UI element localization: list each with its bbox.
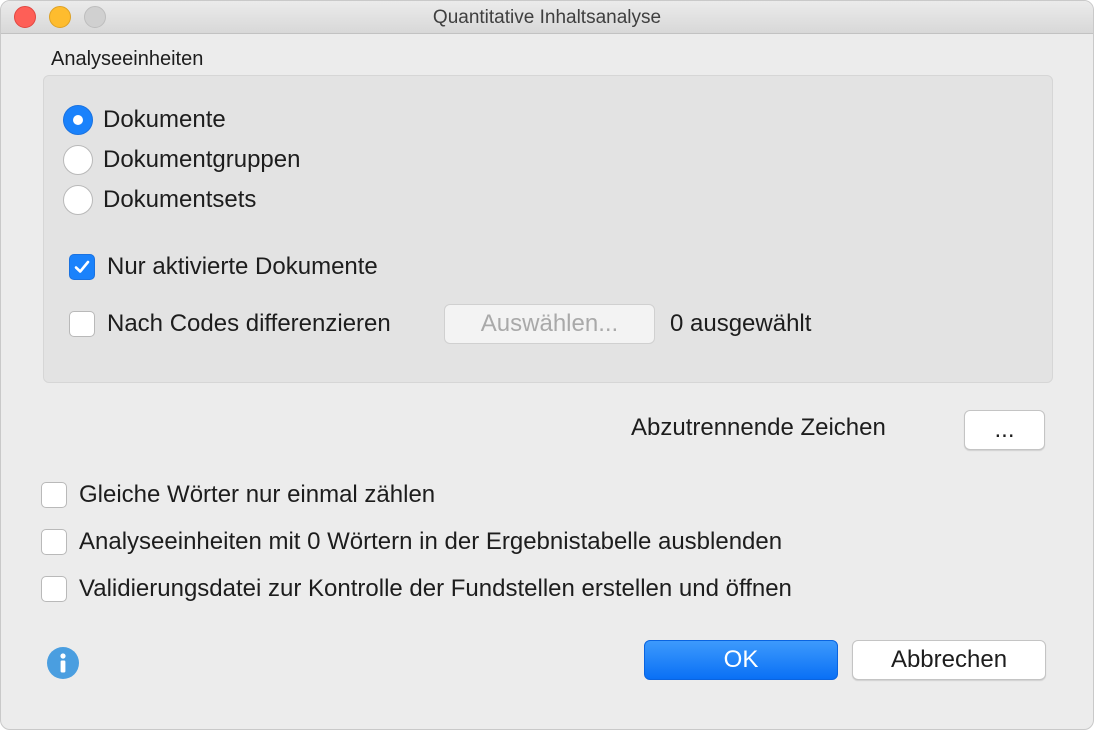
ok-button[interactable]: OK — [644, 640, 838, 680]
cancel-button[interactable]: Abbrechen — [852, 640, 1046, 680]
checkmark-icon — [74, 260, 90, 273]
option-validation-file-checkbox[interactable] — [41, 576, 67, 602]
radio-document-sets[interactable]: Dokumentsets — [63, 185, 256, 215]
radio-document-groups-label: Dokumentgruppen — [103, 146, 301, 173]
window-title: Quantitative Inhaltsanalyse — [432, 7, 662, 28]
only-activated-checkbox-row[interactable]: Nur aktivierte Dokumente — [69, 253, 378, 281]
only-activated-checkbox[interactable] — [69, 254, 95, 280]
differentiate-codes-checkbox[interactable] — [69, 311, 95, 337]
option-hide-zero-checkbox[interactable] — [41, 529, 67, 555]
differentiate-codes-checkbox-row[interactable]: Nach Codes differenzieren — [69, 310, 391, 338]
separator-characters-button[interactable]: ... — [964, 410, 1045, 450]
select-codes-button: Auswählen... — [444, 304, 655, 344]
differentiate-codes-label: Nach Codes differenzieren — [107, 310, 391, 337]
dialog-window: Quantitative Inhaltsanalyse Analyseeinhe… — [0, 0, 1094, 730]
only-activated-label: Nur aktivierte Dokumente — [107, 253, 378, 280]
info-glyph-icon — [60, 653, 66, 673]
radio-document-sets-label: Dokumentsets — [103, 186, 257, 213]
option-count-once-label: Gleiche Wörter nur einmal zählen — [79, 481, 436, 508]
radio-unselected-icon[interactable] — [63, 145, 93, 175]
title-bar: Quantitative Inhaltsanalyse — [1, 1, 1093, 34]
option-count-once-row[interactable]: Gleiche Wörter nur einmal zählen — [41, 481, 435, 509]
option-validation-file-row[interactable]: Validierungsdatei zur Kontrolle der Fund… — [41, 575, 792, 603]
radio-documents[interactable]: Dokumente — [63, 105, 226, 135]
option-validation-file-label: Validierungsdatei zur Kontrolle der Fund… — [79, 575, 792, 602]
option-hide-zero-label: Analyseeinheiten mit 0 Wörtern in der Er… — [79, 528, 783, 555]
analysis-units-label: Analyseeinheiten — [51, 48, 204, 70]
separator-characters-label: Abzutrennende Zeichen — [631, 414, 886, 441]
radio-selected-icon[interactable] — [63, 105, 93, 135]
option-hide-zero-row[interactable]: Analyseeinheiten mit 0 Wörtern in der Er… — [41, 528, 782, 556]
selected-count-label: 0 ausgewählt — [670, 310, 812, 337]
radio-documents-label: Dokumente — [103, 106, 226, 133]
option-count-once-checkbox[interactable] — [41, 482, 67, 508]
radio-unselected-icon[interactable] — [63, 185, 93, 215]
info-icon[interactable] — [47, 647, 79, 679]
radio-document-groups[interactable]: Dokumentgruppen — [63, 145, 300, 175]
